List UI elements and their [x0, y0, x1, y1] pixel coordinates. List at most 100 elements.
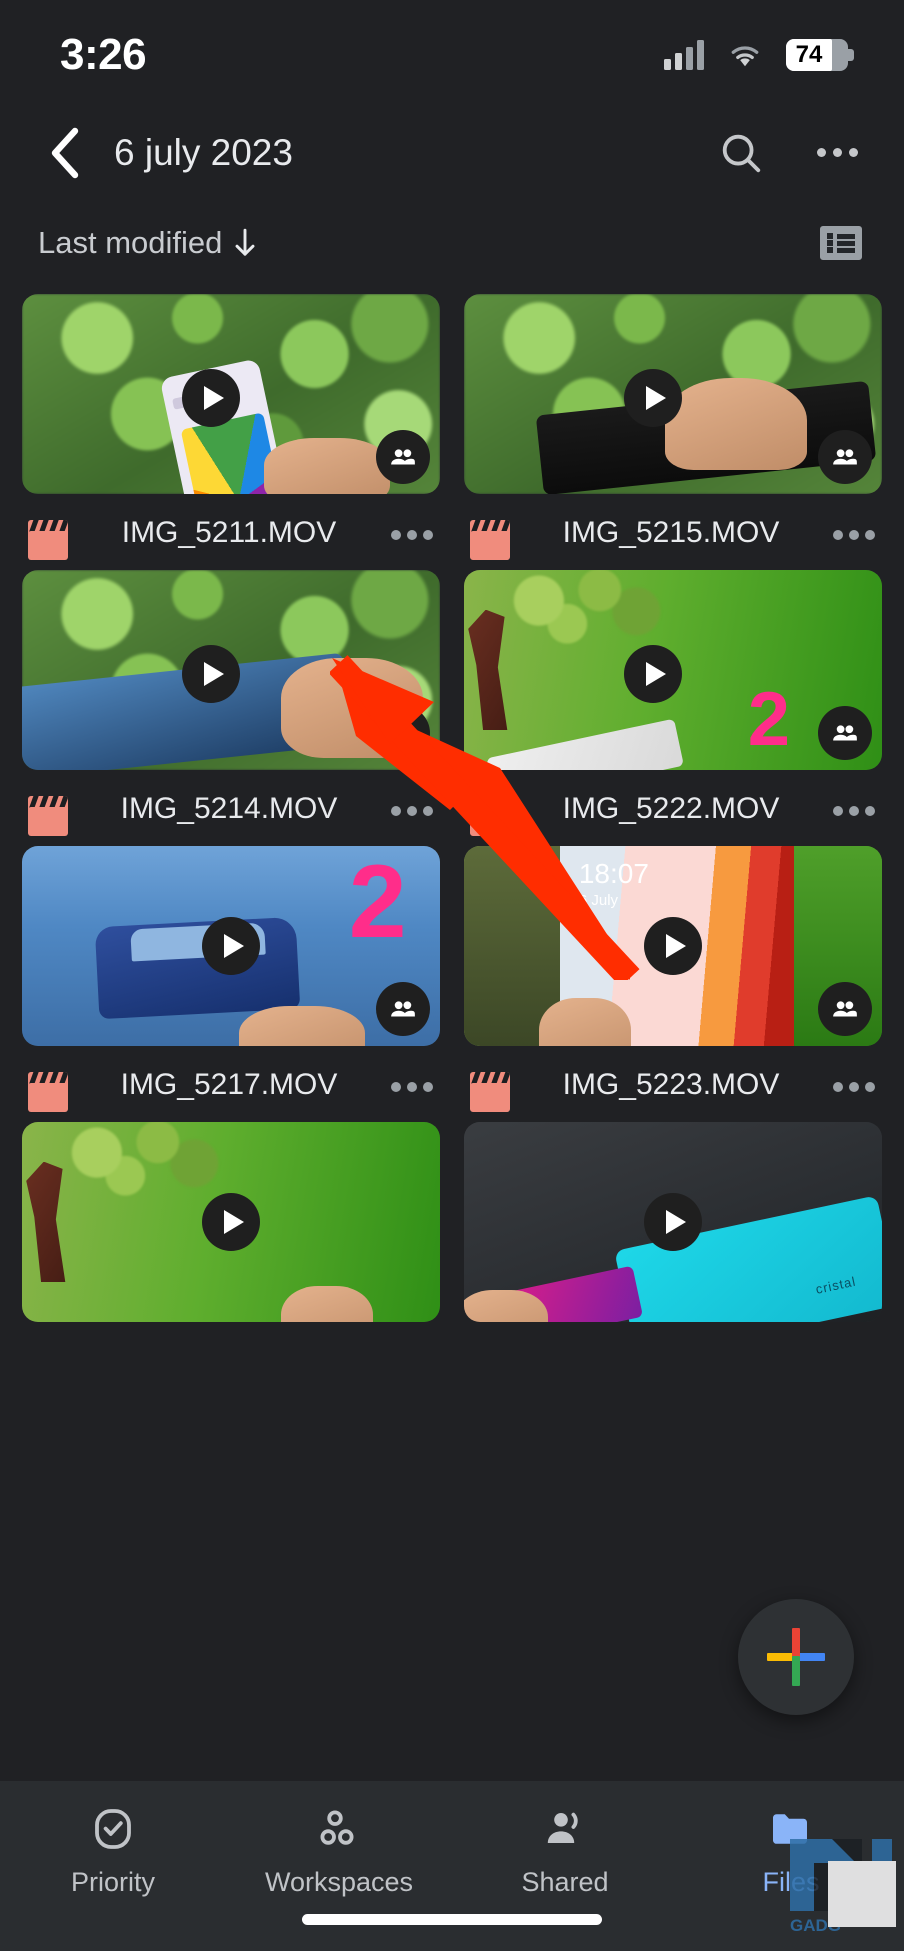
item-overflow-icon[interactable]	[832, 530, 876, 540]
item-overflow-icon[interactable]	[832, 1082, 876, 1092]
item-overflow-icon[interactable]	[390, 530, 434, 540]
play-icon[interactable]	[644, 917, 702, 975]
status-indicators: 74	[664, 39, 854, 71]
file-thumbnail[interactable]: 2	[464, 570, 882, 770]
sort-bar: Last modified	[0, 212, 904, 274]
page-title: 6 july 2023	[114, 131, 293, 173]
cellular-signal-icon	[664, 40, 704, 70]
shared-people-icon	[541, 1803, 589, 1855]
play-icon[interactable]	[644, 1193, 702, 1251]
app-bar-actions	[714, 126, 864, 180]
file-name: IMG_5222.MOV	[562, 792, 780, 825]
play-icon[interactable]	[624, 369, 682, 427]
sort-label: Last modified	[38, 225, 223, 260]
file-cell[interactable]	[22, 1122, 440, 1322]
file-meta: IMG_5222.MOV	[464, 770, 882, 836]
watermark-white-block	[828, 1861, 896, 1927]
play-icon[interactable]	[182, 369, 240, 427]
file-name: IMG_5215.MOV	[562, 516, 780, 549]
movie-clapper-icon	[470, 520, 510, 560]
item-overflow-icon[interactable]	[832, 806, 876, 816]
movie-clapper-icon	[470, 1072, 510, 1112]
overflow-menu-icon	[816, 148, 858, 157]
thumbnail-lockscreen-time: 18:07	[578, 858, 649, 889]
people-icon	[376, 430, 430, 484]
file-meta: IMG_5211.MOV	[22, 494, 440, 560]
nav-tab-shared[interactable]: Shared	[452, 1803, 678, 1898]
file-cell[interactable]: 18:07 6 July IMG_5223.MOV	[464, 846, 882, 1112]
people-icon	[818, 430, 872, 484]
file-cell[interactable]: IMG_5214.MOV	[22, 570, 440, 836]
play-icon[interactable]	[202, 1193, 260, 1251]
back-button[interactable]	[36, 125, 92, 181]
file-name: IMG_5214.MOV	[120, 792, 338, 825]
grid-row-partial: cristal	[22, 1122, 882, 1322]
people-icon	[818, 706, 872, 760]
people-icon	[376, 982, 430, 1036]
file-meta: IMG_5217.MOV	[22, 1046, 440, 1112]
grid-row: IMG_5214.MOV 2 IMG_5222.MOV	[22, 570, 882, 836]
play-icon[interactable]	[182, 645, 240, 703]
file-meta: IMG_5214.MOV	[22, 770, 440, 836]
home-indicator	[302, 1914, 602, 1925]
phone-screen: 3:26 74 6 july 2023 Last modified IMG_52…	[0, 0, 904, 1951]
bottom-navigation: Priority Workspaces Shared	[0, 1781, 904, 1951]
file-cell[interactable]: IMG_5215.MOV	[464, 294, 882, 560]
thumbnail-number: 2	[348, 846, 407, 960]
nav-tab-workspaces[interactable]: Workspaces	[226, 1803, 452, 1898]
nav-label: Priority	[70, 1867, 155, 1897]
file-name: IMG_5223.MOV	[562, 1068, 780, 1101]
movie-clapper-icon	[470, 796, 510, 836]
sort-control[interactable]: Last modified	[38, 225, 260, 261]
nav-tab-priority[interactable]: Priority	[0, 1803, 226, 1898]
status-clock: 3:26	[60, 30, 147, 79]
file-thumbnail[interactable]	[464, 294, 882, 494]
item-overflow-icon[interactable]	[390, 806, 434, 816]
wifi-icon	[731, 46, 759, 67]
play-icon[interactable]	[202, 917, 260, 975]
search-icon	[722, 134, 761, 172]
file-cell[interactable]: 2 IMG_5217.MOV	[22, 846, 440, 1112]
file-thumbnail[interactable]: 2	[22, 846, 440, 1046]
thumbnail-book-text: cristal	[814, 1273, 858, 1298]
app-bar: 6 july 2023	[0, 110, 904, 195]
file-thumbnail[interactable]	[22, 570, 440, 770]
file-cell[interactable]: 2 IMG_5222.MOV	[464, 570, 882, 836]
back-chevron-icon	[51, 127, 79, 178]
play-icon[interactable]	[624, 645, 682, 703]
create-fab-button[interactable]	[738, 1599, 854, 1715]
people-icon	[376, 706, 430, 760]
grid-row: IMG_5211.MOV IMG_5215.MOV	[22, 294, 882, 560]
overflow-menu-button[interactable]	[810, 126, 864, 180]
file-name: IMG_5211.MOV	[121, 516, 337, 549]
view-toggle-button[interactable]	[820, 226, 862, 260]
file-cell[interactable]: IMG_5211.MOV	[22, 294, 440, 560]
thumbnail-number: 2	[747, 677, 791, 762]
watermark-logo: GADG	[784, 1835, 896, 1943]
file-meta: IMG_5223.MOV	[464, 1046, 882, 1112]
battery-icon: 74	[786, 39, 854, 71]
file-thumbnail[interactable]	[22, 1122, 440, 1322]
file-thumbnail[interactable]	[22, 294, 440, 494]
list-view-icon	[820, 226, 862, 260]
google-plus-create-icon	[767, 1628, 825, 1686]
movie-clapper-icon	[28, 1072, 68, 1112]
status-bar: 3:26 74	[0, 0, 904, 110]
nav-label: Workspaces	[264, 1867, 414, 1897]
people-icon	[818, 982, 872, 1036]
arrow-down-icon	[235, 228, 255, 256]
file-name: IMG_5217.MOV	[120, 1068, 338, 1101]
search-button[interactable]	[714, 126, 768, 180]
nav-label: Shared	[521, 1867, 609, 1897]
file-cell[interactable]: cristal	[464, 1122, 882, 1322]
priority-check-icon	[89, 1803, 137, 1855]
workspaces-dots-icon	[315, 1803, 363, 1855]
file-thumbnail[interactable]: cristal	[464, 1122, 882, 1322]
movie-clapper-icon	[28, 520, 68, 560]
battery-percent: 74	[795, 41, 823, 68]
file-thumbnail[interactable]: 18:07 6 July	[464, 846, 882, 1046]
thumbnail-lockscreen-date: 6 July	[578, 892, 619, 909]
file-grid: IMG_5211.MOV IMG_5215.MOV IMG_5214.MOV 2…	[0, 294, 904, 1781]
item-overflow-icon[interactable]	[390, 1082, 434, 1092]
file-meta: IMG_5215.MOV	[464, 494, 882, 560]
